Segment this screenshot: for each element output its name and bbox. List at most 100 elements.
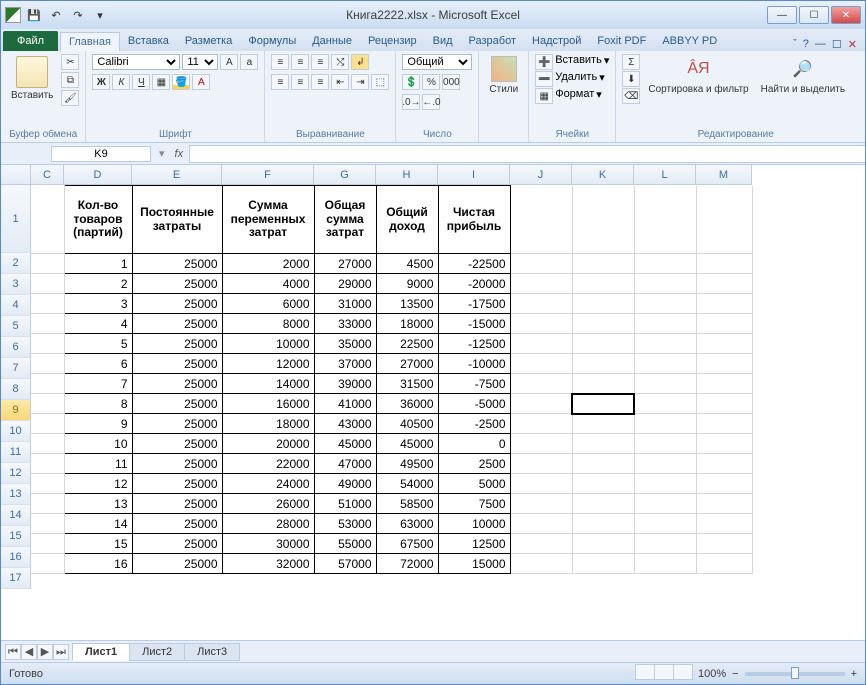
cell[interactable]: 27000 [314, 254, 376, 274]
cell[interactable] [572, 534, 634, 554]
align-top-icon[interactable]: ≡ [271, 54, 289, 70]
row-header-11[interactable]: 11 [1, 442, 31, 463]
cell[interactable]: 24000 [222, 474, 314, 494]
cell[interactable] [696, 434, 752, 454]
cell[interactable]: -22500 [438, 254, 510, 274]
cell[interactable] [696, 554, 752, 574]
cell[interactable]: 55000 [314, 534, 376, 554]
cut-icon[interactable]: ✂ [61, 54, 79, 70]
decrease-decimal-icon[interactable]: ←.0 [422, 94, 440, 110]
cell[interactable] [510, 334, 572, 354]
cell[interactable] [634, 314, 696, 334]
cell[interactable] [510, 554, 572, 574]
find-select-button[interactable]: 🔎 Найти и выделить [757, 54, 849, 97]
fill-icon[interactable]: ⬇ [622, 71, 640, 87]
header-cell[interactable]: Кол-во товаров (партий) [64, 186, 132, 254]
cell[interactable] [696, 374, 752, 394]
cell[interactable] [510, 254, 572, 274]
cell[interactable]: 39000 [314, 374, 376, 394]
row-header-7[interactable]: 7 [1, 358, 31, 379]
row-header-5[interactable]: 5 [1, 316, 31, 337]
cell[interactable] [634, 334, 696, 354]
cell[interactable]: 6000 [222, 294, 314, 314]
cell[interactable]: -5000 [438, 394, 510, 414]
cell[interactable]: -15000 [438, 314, 510, 334]
ribbon-tab-данные[interactable]: Данные [304, 32, 360, 51]
cell[interactable] [696, 414, 752, 434]
cell[interactable] [31, 294, 64, 314]
cell[interactable]: 25000 [132, 394, 222, 414]
cell[interactable] [634, 494, 696, 514]
align-center-icon[interactable]: ≡ [291, 74, 309, 90]
font-name-select[interactable]: Calibri [92, 54, 180, 70]
cell[interactable] [510, 414, 572, 434]
column-header-M[interactable]: M [696, 165, 752, 185]
cell[interactable] [634, 294, 696, 314]
decrease-indent-icon[interactable]: ⇤ [331, 74, 349, 90]
ribbon-tab-разработ[interactable]: Разработ [461, 32, 524, 51]
cell[interactable] [634, 514, 696, 534]
cell[interactable]: 25000 [132, 494, 222, 514]
cell[interactable]: 32000 [222, 554, 314, 574]
cell[interactable] [510, 274, 572, 294]
cell[interactable] [31, 314, 64, 334]
cell[interactable]: 2 [64, 274, 132, 294]
clear-icon[interactable]: ⌫ [622, 88, 640, 104]
cell[interactable]: 7500 [438, 494, 510, 514]
cell[interactable]: 35000 [314, 334, 376, 354]
ribbon-tab-надстрой[interactable]: Надстрой [524, 32, 589, 51]
cell[interactable]: 25000 [132, 554, 222, 574]
align-middle-icon[interactable]: ≡ [291, 54, 309, 70]
cell[interactable] [572, 494, 634, 514]
cell[interactable] [31, 334, 64, 354]
cell[interactable]: 0 [438, 434, 510, 454]
cell[interactable]: 11 [64, 454, 132, 474]
cell[interactable]: 13 [64, 494, 132, 514]
cell[interactable] [634, 474, 696, 494]
cell[interactable]: 18000 [222, 414, 314, 434]
row-header-10[interactable]: 10 [1, 421, 31, 442]
ribbon-tab-foxit pdf[interactable]: Foxit PDF [589, 32, 654, 51]
cell[interactable]: 41000 [314, 394, 376, 414]
cell[interactable] [696, 354, 752, 374]
row-header-16[interactable]: 16 [1, 547, 31, 568]
ribbon-tab-главная[interactable]: Главная [60, 32, 120, 51]
cell[interactable]: 8000 [222, 314, 314, 334]
cell[interactable]: 9 [64, 414, 132, 434]
column-header-J[interactable]: J [510, 165, 572, 185]
column-header-I[interactable]: I [438, 165, 510, 185]
cell[interactable] [31, 474, 64, 494]
formula-input[interactable] [189, 145, 865, 163]
cell[interactable] [572, 334, 634, 354]
cell[interactable]: 51000 [314, 494, 376, 514]
cell[interactable] [696, 394, 752, 414]
cell[interactable]: 8 [64, 394, 132, 414]
cell[interactable]: -12500 [438, 334, 510, 354]
cell[interactable] [696, 454, 752, 474]
cell[interactable]: 25000 [132, 414, 222, 434]
zoom-in-button[interactable]: + [851, 668, 857, 680]
cell[interactable]: 16 [64, 554, 132, 574]
cell[interactable] [510, 514, 572, 534]
cell[interactable]: 25000 [132, 514, 222, 534]
header-cell[interactable] [634, 186, 696, 254]
cell[interactable]: -20000 [438, 274, 510, 294]
undo-icon[interactable]: ↶ [47, 6, 65, 24]
cell[interactable] [696, 274, 752, 294]
cell[interactable] [31, 434, 64, 454]
cell[interactable]: 2000 [222, 254, 314, 274]
row-header-12[interactable]: 12 [1, 463, 31, 484]
cell[interactable]: 14 [64, 514, 132, 534]
save-icon[interactable]: 💾 [25, 6, 43, 24]
cell[interactable]: -10000 [438, 354, 510, 374]
row-header-17[interactable]: 17 [1, 568, 31, 589]
redo-icon[interactable]: ↷ [69, 6, 87, 24]
shrink-font-icon[interactable]: a [240, 54, 258, 70]
sheet-tab-Лист2[interactable]: Лист2 [129, 643, 185, 661]
cell[interactable] [31, 374, 64, 394]
cell[interactable]: -7500 [438, 374, 510, 394]
fill-color-button[interactable]: 🪣 [172, 74, 190, 90]
autosum-icon[interactable]: Σ [622, 54, 640, 70]
minimize-button[interactable]: — [767, 6, 797, 24]
align-right-icon[interactable]: ≡ [311, 74, 329, 90]
